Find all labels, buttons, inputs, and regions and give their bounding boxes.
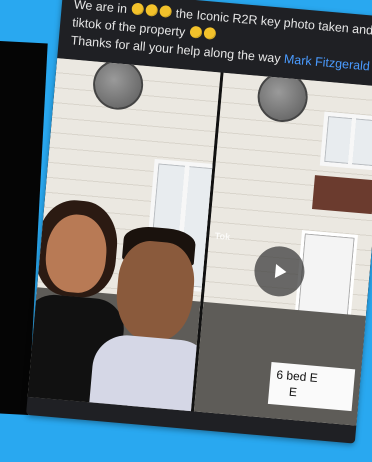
porch-roof [311,175,372,215]
play-icon [274,263,286,278]
mention-link[interactable]: Mark Fitzgerald [283,52,370,73]
house-window [319,111,372,171]
social-post: We are in the Iconic R2R key photo taken… [25,0,372,444]
photo-selfie[interactable] [27,58,221,412]
property-label: 6 bed E E [267,362,356,412]
smiling-face-icon [189,25,203,39]
video-tiktok[interactable]: Tok 6 bed E E [193,72,372,426]
smiling-face-icon [144,3,158,17]
smiling-face-icon [158,4,172,18]
tiktok-watermark: Tok [214,230,231,242]
post-media: Tok 6 bed E E [27,58,372,426]
smiling-face-icon [131,2,145,16]
smiling-face-icon [203,26,217,40]
caption-text-start: We are in [73,0,128,17]
